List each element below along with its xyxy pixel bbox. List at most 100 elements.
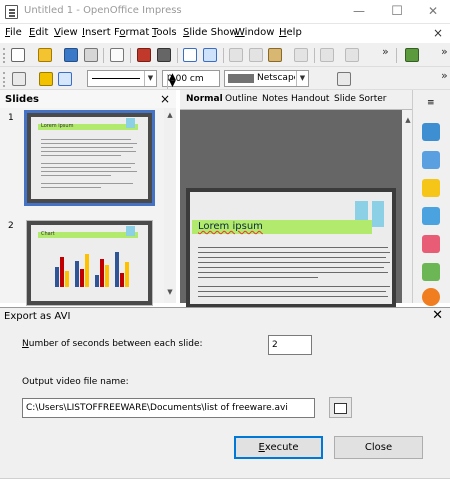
line-color-name: Netscape [257,73,295,83]
line-icon[interactable] [39,72,53,86]
scroll-up-icon[interactable]: ▲ [164,111,176,119]
browse-button[interactable] [329,397,352,418]
save-icon[interactable] [64,48,78,62]
properties-icon[interactable] [422,123,440,141]
slide-canvas[interactable]: Lorem ipsum [180,110,402,308]
arrow-style-icon[interactable] [58,72,72,86]
export-pdf-icon[interactable] [137,48,151,62]
custom-animation-icon[interactable] [422,179,440,197]
menu-insert[interactable]: Insert [82,27,111,38]
line-fill-toolbar: ▼ 0.00 cm ▲ ▼ Netscape ▼ » [0,67,450,90]
thumb-text-line [41,167,131,168]
maximize-button[interactable]: ☐ [384,2,410,21]
seconds-label: Number of seconds between each slide: [22,339,203,349]
menu-format[interactable]: Format [114,27,149,38]
tab-slide-sorter[interactable]: Slide Sorter [334,94,387,104]
navigator-icon[interactable] [422,288,440,306]
tab-normal[interactable]: Normal [186,94,223,104]
standard-toolbar: » » [0,43,450,67]
slide-thumbnail-1[interactable]: Lorem ipsum [24,110,155,206]
slide-text-line [198,257,386,258]
master-slides-icon[interactable] [422,151,440,169]
thumb-title: Lorem ipsum [41,123,74,129]
line-color-dropdown[interactable]: Netscape ▼ [224,70,309,87]
toolbar-grip[interactable] [3,72,6,87]
menu-help[interactable]: Help [279,27,302,38]
thumb-text-line [41,183,133,184]
output-file-input[interactable]: C:\Users\LISTOFFREEWARE\Documents\list o… [22,398,315,418]
menu-view[interactable]: View [54,27,78,38]
open-folder-icon[interactable] [38,48,52,62]
clone-formatting-icon[interactable] [294,48,308,62]
menu-bar: File Edit View Insert Format Tools Slide… [0,24,450,43]
edit-file-icon[interactable] [110,48,124,62]
close-document-icon[interactable]: × [433,26,443,40]
current-slide[interactable]: Lorem ipsum [186,188,396,308]
slide-text-line [198,277,318,278]
slides-pane: Slides × 1 Lorem ipsum 2 Chart ▲ ▼ [0,90,176,306]
toolbar-overflow-icon[interactable]: » [382,45,389,58]
execute-button[interactable]: Execute [234,436,323,459]
menu-edit-accel: E [29,27,36,38]
seconds-accel: N [22,339,29,349]
paste-icon[interactable] [268,48,282,62]
menu-file[interactable]: File [5,27,22,38]
display-views-icon[interactable] [405,48,419,62]
autospellcheck-icon[interactable] [203,48,217,62]
toolbar-overflow-icon[interactable]: » [441,69,448,82]
folder-icon [334,403,347,414]
spin-arrows-icon[interactable]: ▲ ▼ [167,73,177,89]
sidebar-menu-icon[interactable]: ≡ [427,98,435,108]
new-document-icon[interactable] [11,48,25,62]
gallery-icon[interactable] [422,263,440,281]
styles-formatting-icon[interactable] [422,235,440,253]
print-icon[interactable] [157,48,171,62]
thumb-chart [41,245,141,297]
slide-thumbnail-2[interactable]: Chart [26,220,153,306]
line-width-field[interactable]: 0.00 cm ▲ ▼ [162,70,220,89]
window-close-button[interactable]: ✕ [420,2,446,21]
execute-accel: E [258,442,265,453]
thumb-chart-bar [120,273,124,287]
close-button[interactable]: Close [334,436,423,459]
close-icon[interactable]: × [160,92,170,106]
chevron-down-icon: ▼ [144,71,156,86]
email-icon[interactable] [84,48,98,62]
scroll-down-icon[interactable]: ▼ [164,288,176,296]
menu-slide-show[interactable]: Slide Show [183,27,238,38]
slide-text-line [198,291,386,292]
minimize-button[interactable]: — [346,2,372,21]
menu-window[interactable]: Window [235,27,274,38]
sidebar-deck: ≡ [412,90,450,306]
tab-outline[interactable]: Outline [225,94,258,104]
slide-title[interactable]: Lorem ipsum [198,221,263,232]
toolbar-separator [314,48,315,63]
styles-icon[interactable] [12,72,26,86]
thumb-text-line [41,155,121,156]
thumb-chart-bar [60,257,64,287]
thumb-chart-bar [105,265,109,287]
menu-view-accel: V [54,27,61,38]
menu-edit[interactable]: Edit [29,27,48,38]
seconds-input[interactable]: 2 [268,335,312,355]
slide-number: 2 [8,221,14,231]
tab-handout[interactable]: Handout [291,94,329,104]
cut-icon[interactable] [229,48,243,62]
copy-icon[interactable] [249,48,263,62]
toolbar-overflow-icon[interactable]: » [441,45,448,58]
dialog-close-icon[interactable]: ✕ [432,308,443,323]
redo-icon[interactable] [345,48,359,62]
slides-scrollbar[interactable]: ▲ ▼ [164,108,176,303]
toolbar-grip[interactable] [3,48,6,63]
area-fill-icon[interactable] [337,72,351,86]
thumb-chart-bar [115,252,119,287]
menu-tools[interactable]: Tools [152,27,177,38]
slide-transition-icon[interactable] [422,207,440,225]
tab-notes[interactable]: Notes [262,94,288,104]
line-style-dropdown[interactable]: ▼ [87,70,157,87]
spellcheck-icon[interactable] [183,48,197,62]
slide-text-line [198,262,390,263]
undo-icon[interactable] [320,48,334,62]
slide-list[interactable]: 1 Lorem ipsum 2 Chart [0,108,164,306]
impress-app-icon [5,5,18,19]
